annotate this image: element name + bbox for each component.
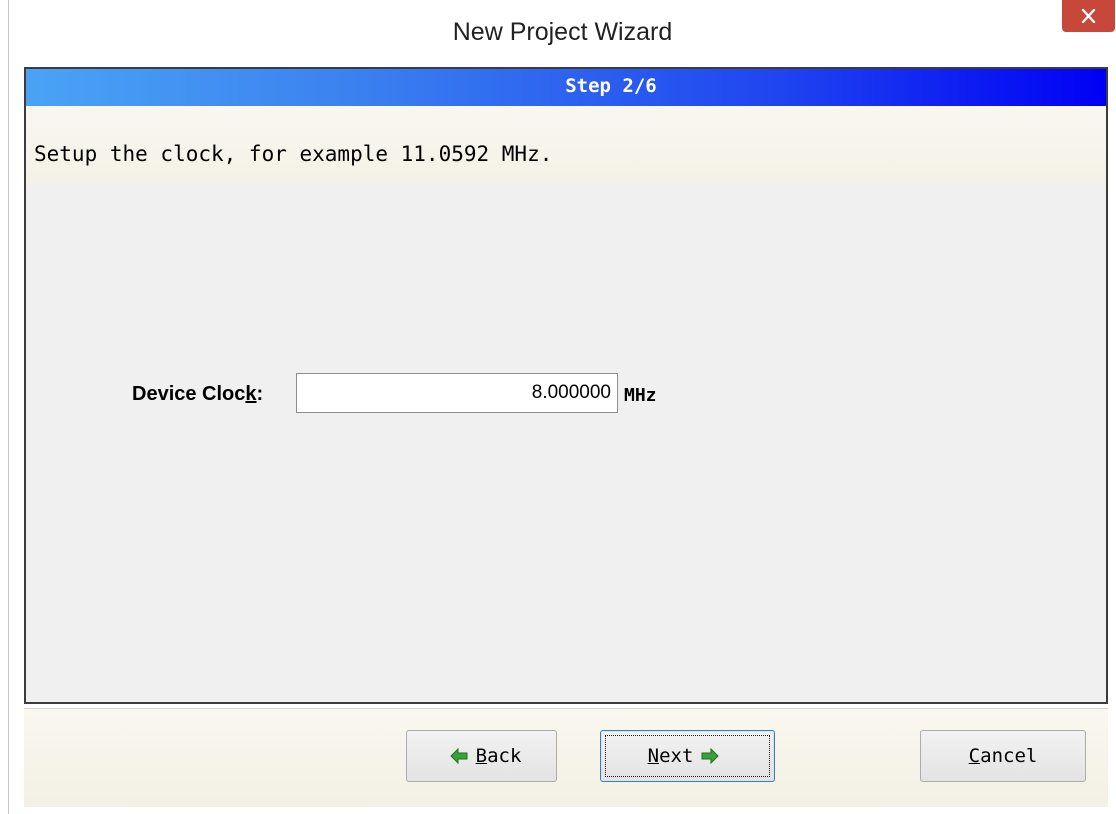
device-clock-label: Device Clock:: [132, 383, 263, 406]
window-title: New Project Wizard: [452, 18, 673, 46]
next-button-label: Next: [648, 745, 694, 767]
next-button[interactable]: Next: [600, 730, 775, 782]
cancel-label-rest: ancel: [980, 745, 1038, 767]
wizard-window: New Project Wizard Step 2/6 Setup the cl…: [0, 0, 1116, 814]
instruction-text: Setup the clock, for example 11.0592 MHz…: [34, 142, 553, 166]
step-indicator: Step 2/6: [565, 75, 657, 97]
next-label-rest: ext: [659, 745, 694, 767]
button-bar: Back Next Cancel: [24, 708, 1108, 807]
cancel-mnemonic: C: [968, 745, 981, 767]
back-button-label: Back: [476, 745, 522, 767]
back-mnemonic: B: [475, 745, 488, 767]
device-clock-label-mnemonic: k: [245, 383, 257, 405]
device-clock-label-prefix: Device Cloc: [132, 383, 246, 405]
arrow-right-icon: [701, 748, 720, 764]
instruction-bar: Setup the clock, for example 11.0592 MHz…: [26, 106, 1106, 183]
title-bar[interactable]: New Project Wizard: [9, 0, 1116, 66]
next-mnemonic: N: [647, 745, 660, 767]
close-icon: [1081, 9, 1096, 23]
clock-unit-label: MHz: [624, 385, 657, 406]
close-button[interactable]: [1062, 0, 1115, 32]
wizard-content-panel: Step 2/6 Setup the clock, for example 11…: [24, 67, 1108, 704]
step-banner: Step 2/6: [26, 69, 1106, 106]
device-clock-input[interactable]: [296, 373, 618, 413]
window-left-border: [8, 0, 9, 814]
device-clock-label-suffix: :: [256, 383, 264, 405]
arrow-left-icon: [449, 748, 468, 764]
back-button[interactable]: Back: [406, 730, 557, 782]
cancel-button[interactable]: Cancel: [920, 730, 1086, 782]
cancel-button-label: Cancel: [969, 745, 1038, 767]
back-label-rest: ack: [487, 745, 522, 767]
